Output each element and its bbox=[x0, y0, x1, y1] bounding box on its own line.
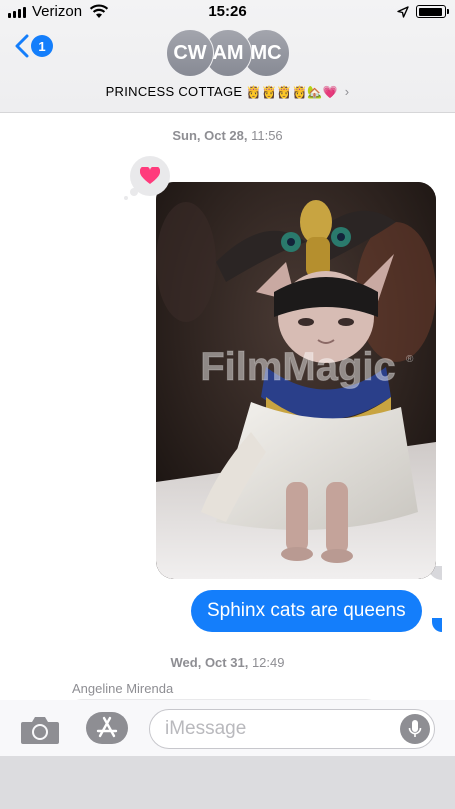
sender-name: Angeline Mirenda bbox=[72, 681, 174, 696]
heart-icon bbox=[140, 167, 160, 184]
timestamp-day: Wed, Oct 31, bbox=[170, 655, 249, 670]
chevron-left-icon bbox=[15, 34, 29, 58]
battery-icon bbox=[416, 5, 449, 18]
avatar: CW bbox=[166, 29, 214, 77]
image-message[interactable]: FilmMagic ® bbox=[156, 182, 436, 579]
message-text: Sphinx cats are queens bbox=[207, 600, 406, 621]
clock: 15:26 bbox=[208, 3, 247, 20]
camera-icon bbox=[21, 717, 59, 744]
navigation-header: Verizon 15:26 1 CW AM MC PRINCESS COTTAG… bbox=[0, 0, 455, 113]
status-bar: Verizon 15:26 bbox=[0, 0, 455, 24]
group-name: PRINCESS COTTAGE bbox=[105, 84, 243, 99]
app-store-button[interactable] bbox=[86, 712, 128, 744]
app-drawer bbox=[0, 756, 455, 809]
timestamp-time: 11:56 bbox=[251, 128, 283, 143]
battery-level bbox=[418, 7, 443, 16]
watermark-trademark: ® bbox=[406, 354, 414, 365]
group-title-button[interactable]: PRINCESS COTTAGE 👸👸👸👸🏡💗 › bbox=[0, 84, 455, 99]
timestamp: Wed, Oct 31, 12:49 bbox=[0, 655, 455, 670]
message-input-bar bbox=[0, 700, 455, 756]
message-field[interactable] bbox=[149, 709, 435, 749]
camera-button[interactable] bbox=[20, 715, 60, 750]
timestamp-time: 12:49 bbox=[251, 655, 285, 670]
imessage-input[interactable] bbox=[165, 710, 395, 748]
app-store-icon bbox=[96, 716, 118, 738]
watermark-text: FilmMagic bbox=[200, 345, 396, 389]
timestamp: Sun, Oct 28, 11:56 bbox=[0, 128, 455, 143]
outgoing-message-bubble[interactable]: Sphinx cats are queens bbox=[191, 590, 422, 632]
cat-costume-photo: FilmMagic ® bbox=[156, 182, 436, 579]
back-button[interactable]: 1 bbox=[15, 34, 53, 58]
timestamp-day: Sun, Oct 28, bbox=[172, 128, 248, 143]
dictation-button[interactable] bbox=[400, 714, 430, 744]
chevron-right-icon: › bbox=[344, 84, 350, 99]
group-emojis: 👸👸👸👸🏡💗 bbox=[246, 84, 338, 99]
group-avatars[interactable]: CW AM MC bbox=[166, 29, 290, 79]
microphone-icon bbox=[408, 720, 422, 737]
unread-count-badge: 1 bbox=[31, 35, 53, 57]
location-arrow-icon bbox=[397, 5, 409, 22]
